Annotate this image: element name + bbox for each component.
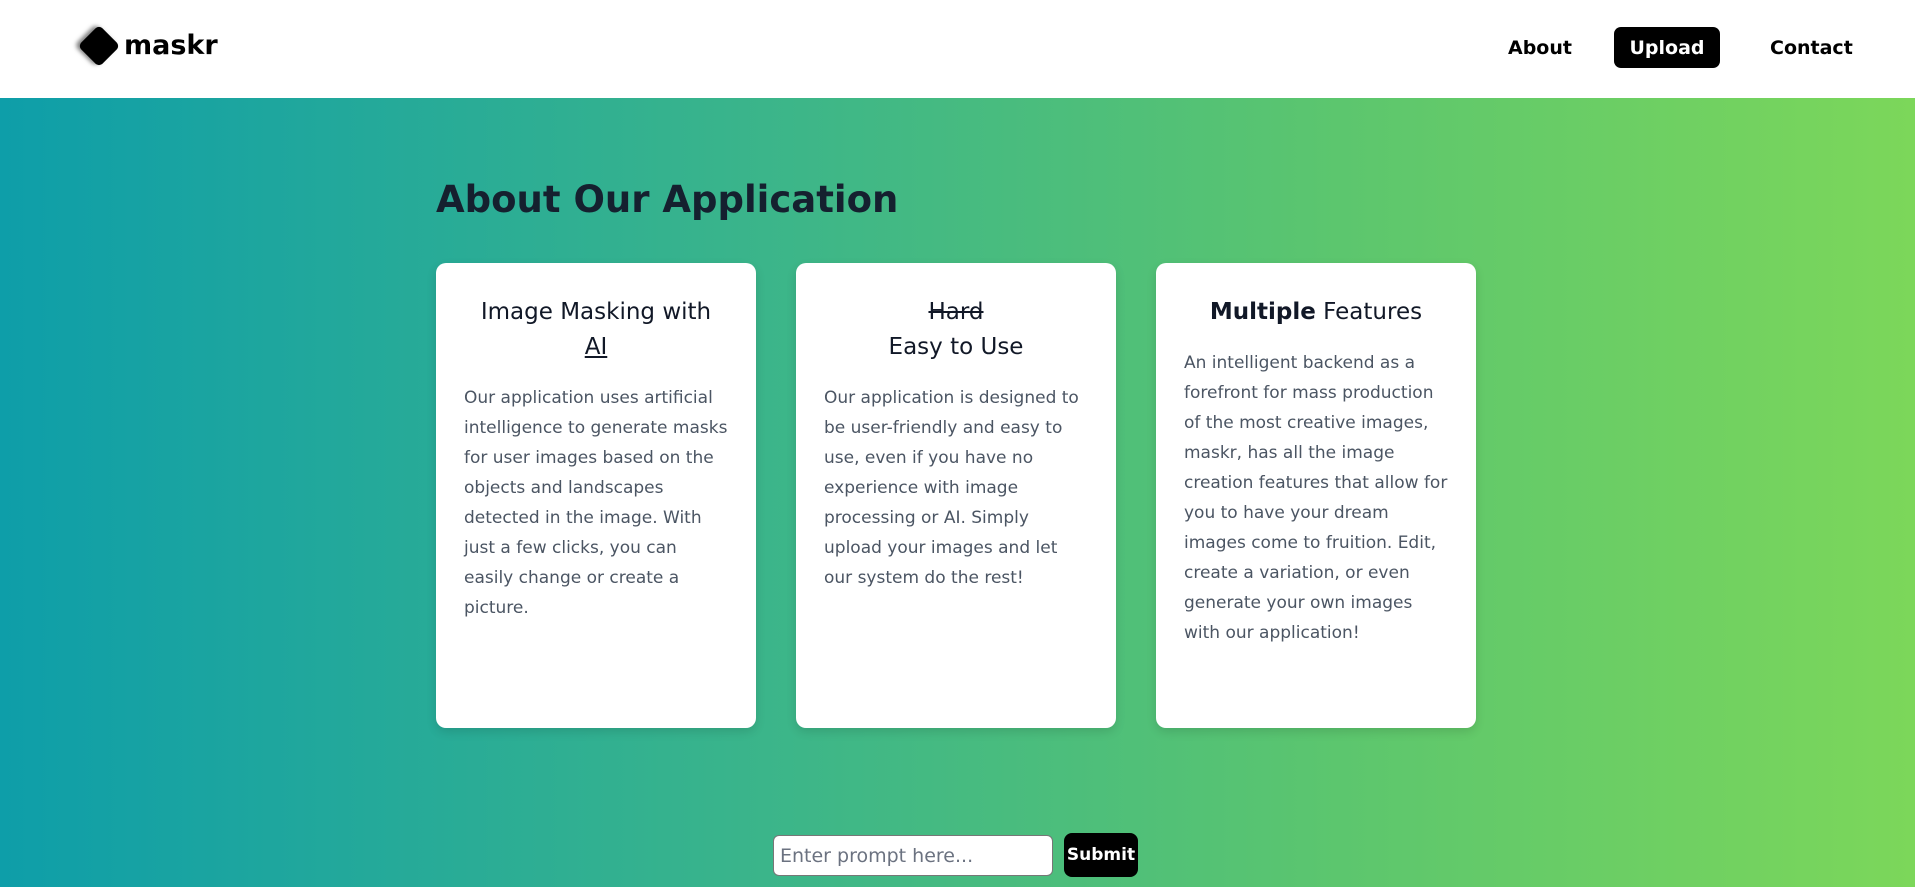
feature-card-multiple-features: Multiple Features An intelligent backend…	[1156, 263, 1476, 728]
card-title-text: Features	[1315, 299, 1423, 325]
card-title: Hard Easy to Use	[824, 295, 1088, 365]
prompt-input[interactable]	[773, 835, 1053, 876]
feature-card-ai-masking: Image Masking with AI Our application use…	[436, 263, 756, 728]
card-title-emphasis: AI	[584, 334, 608, 360]
card-title-struck: Hard	[928, 299, 984, 325]
feature-card-easy-to-use: Hard Easy to Use Our application is desig…	[796, 263, 1116, 728]
card-title-bold: Multiple	[1209, 299, 1316, 325]
card-body: An intelligent backend as a forefront fo…	[1184, 353, 1448, 643]
submit-button[interactable]: Submit	[1064, 833, 1138, 877]
card-body: Our application uses artificial intellig…	[464, 388, 728, 618]
nav-upload-button[interactable]: Upload	[1614, 27, 1720, 68]
card-title-text: Image Masking with	[480, 299, 712, 325]
card-body: Our application is designed to be user-f…	[824, 388, 1079, 588]
card-title-text: Easy to Use	[888, 334, 1024, 360]
nav-contact[interactable]: Contact	[1770, 27, 1853, 68]
page-title: About Our Application	[436, 178, 899, 221]
logo[interactable]: maskr	[77, 24, 218, 67]
card-title: Image Masking with AI	[464, 295, 728, 365]
logo-diamond-icon	[77, 24, 121, 67]
card-title: Multiple Features	[1184, 295, 1448, 330]
logo-text: maskr	[124, 30, 218, 61]
nav-about[interactable]: About	[1508, 27, 1572, 68]
site-header: maskr About Upload Contact	[0, 0, 1915, 98]
